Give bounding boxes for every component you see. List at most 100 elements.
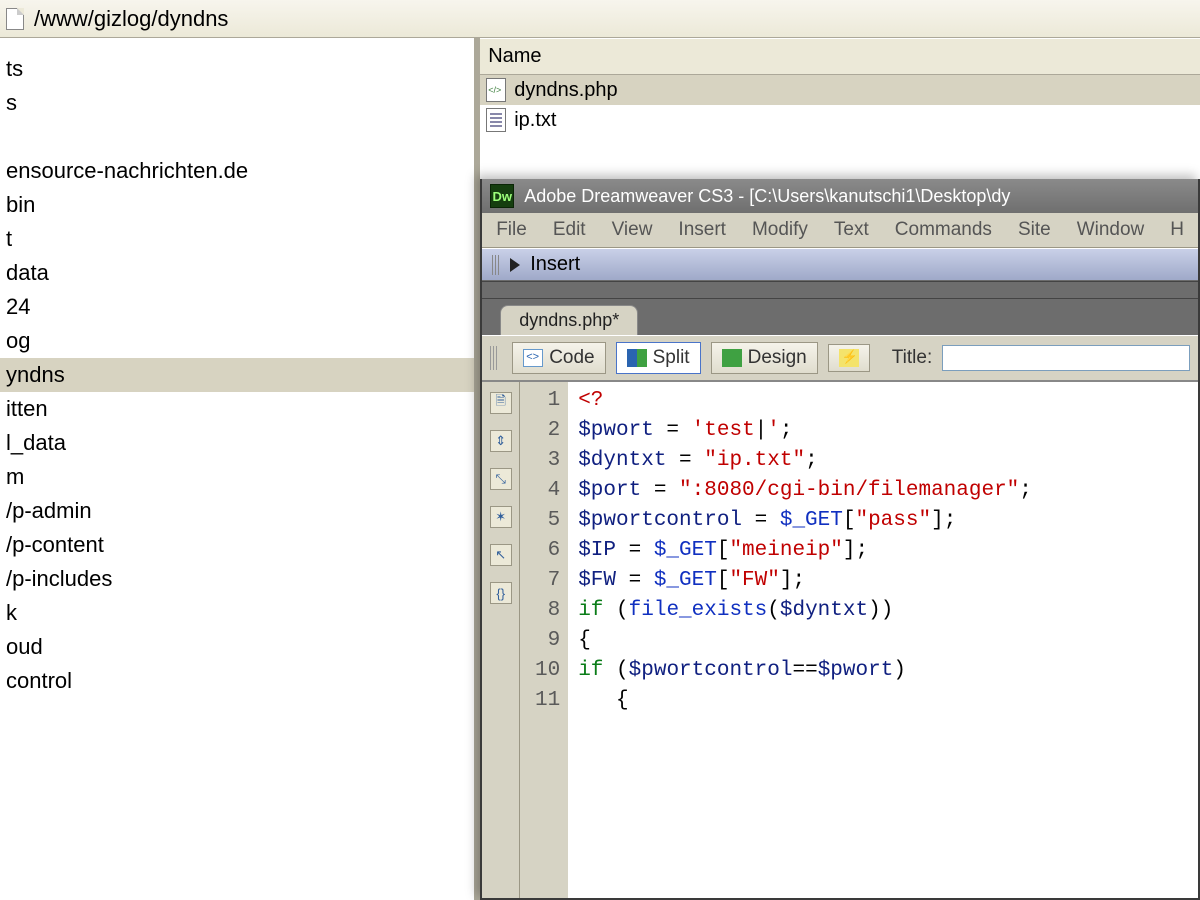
triangle-right-icon[interactable] xyxy=(510,258,520,272)
split-label: Split xyxy=(653,347,690,369)
right-pane: Name dyndns.php ip.txt Dw Adobe Dreamweav… xyxy=(480,38,1200,900)
tree-item[interactable]: og xyxy=(0,324,474,358)
title-label: Title: xyxy=(892,347,932,369)
document-tabs: dyndns.php* xyxy=(482,299,1198,335)
tree-item[interactable] xyxy=(0,120,474,154)
dreamweaver-logo-icon: Dw xyxy=(490,184,514,208)
design-view-button[interactable]: Design xyxy=(711,342,818,374)
line-number: 5 xyxy=(520,506,560,536)
tree-item[interactable]: /p-content xyxy=(0,528,474,562)
live-view-button[interactable] xyxy=(828,344,870,372)
menu-commands[interactable]: Commands xyxy=(895,219,992,241)
php-file-icon xyxy=(486,78,506,102)
current-path[interactable]: /www/gizlog/dyndns xyxy=(34,6,228,32)
menu-view[interactable]: View xyxy=(612,219,653,241)
file-name: dyndns.php xyxy=(514,79,617,102)
grip-icon[interactable] xyxy=(490,346,498,370)
menu-site[interactable]: Site xyxy=(1018,219,1051,241)
menu-text[interactable]: Text xyxy=(834,219,869,241)
code-line[interactable]: $pwortcontrol = $_GET["pass"]; xyxy=(578,506,1198,536)
tree-item[interactable]: itten xyxy=(0,392,474,426)
code-line[interactable]: $port = ":8080/cgi-bin/filemanager"; xyxy=(578,476,1198,506)
code-line[interactable]: <? xyxy=(578,386,1198,416)
menu-file[interactable]: File xyxy=(496,219,527,241)
tree-item[interactable]: t xyxy=(0,222,474,256)
code-line[interactable]: $FW = $_GET["FW"]; xyxy=(578,566,1198,596)
tab-dyndns[interactable]: dyndns.php* xyxy=(500,305,638,335)
tree-item[interactable]: m xyxy=(0,460,474,494)
line-number: 10 xyxy=(520,656,560,686)
tree-item[interactable]: /p-admin xyxy=(0,494,474,528)
tree-item[interactable]: ensource-nachrichten.de xyxy=(0,154,474,188)
code-area[interactable]: <?$pwort = 'test|';$dyntxt = "ip.txt";$p… xyxy=(568,382,1198,898)
code-line[interactable]: $dyntxt = "ip.txt"; xyxy=(578,446,1198,476)
code-view-button[interactable]: Code xyxy=(512,342,605,374)
tree-item[interactable]: l_data xyxy=(0,426,474,460)
code-line[interactable]: { xyxy=(578,626,1198,656)
address-bar: /www/gizlog/dyndns xyxy=(0,0,1200,38)
code-line[interactable]: $IP = $_GET["meineip"]; xyxy=(578,536,1198,566)
code-line[interactable]: if (file_exists($dyntxt)) xyxy=(578,596,1198,626)
file-list-spacer xyxy=(480,135,1200,179)
dreamweaver-window: Dw Adobe Dreamweaver CS3 - [C:\Users\kan… xyxy=(480,179,1200,900)
code-label: Code xyxy=(549,347,594,369)
tree-item[interactable]: data xyxy=(0,256,474,290)
grip-icon[interactable] xyxy=(492,255,500,275)
design-icon xyxy=(722,349,742,367)
main-columns: tss ensource-nachrichten.debintdata24ogy… xyxy=(0,38,1200,900)
tree-item[interactable]: /p-includes xyxy=(0,562,474,596)
file-name: ip.txt xyxy=(514,109,556,132)
menu-insert[interactable]: Insert xyxy=(678,219,726,241)
lightning-icon xyxy=(839,349,859,367)
line-number: 6 xyxy=(520,536,560,566)
code-line[interactable]: { xyxy=(578,686,1198,716)
file-row[interactable]: dyndns.php xyxy=(480,75,1200,105)
insert-panel-header[interactable]: Insert xyxy=(482,248,1198,281)
document-icon xyxy=(6,8,24,30)
tree-item[interactable]: oud xyxy=(0,630,474,664)
split-view-button[interactable]: Split xyxy=(616,342,701,374)
menu-h[interactable]: H xyxy=(1170,219,1184,241)
tree-item[interactable]: ts xyxy=(0,52,474,86)
design-label: Design xyxy=(748,347,807,369)
window-title: Adobe Dreamweaver CS3 - [C:\Users\kanuts… xyxy=(524,186,1010,207)
editor-tool-button[interactable]: ↖ xyxy=(490,544,512,566)
editor-tool-button[interactable]: {} xyxy=(490,582,512,604)
tree-item[interactable]: control xyxy=(0,664,474,698)
editor-tool-button[interactable]: ⤡ xyxy=(490,468,512,490)
code-icon xyxy=(523,349,543,367)
editor-tool-button[interactable]: 🗎 xyxy=(490,392,512,414)
tree-item[interactable]: yndns xyxy=(0,358,474,392)
tree-item[interactable]: bin xyxy=(0,188,474,222)
line-number: 3 xyxy=(520,446,560,476)
menu-window[interactable]: Window xyxy=(1077,219,1145,241)
editor-side-tools: 🗎 ⇕ ⤡ ✶ ↖ {} xyxy=(482,382,520,898)
code-line[interactable]: if ($pwortcontrol==$pwort) xyxy=(578,656,1198,686)
document-toolbar: Code Split Design Title: xyxy=(482,335,1198,381)
folder-tree[interactable]: tss ensource-nachrichten.debintdata24ogy… xyxy=(0,38,480,900)
split-icon xyxy=(627,349,647,367)
line-number: 4 xyxy=(520,476,560,506)
code-line[interactable]: $pwort = 'test|'; xyxy=(578,416,1198,446)
code-editor: 🗎 ⇕ ⤡ ✶ ↖ {} 1234567891011 <?$pwort = 'test|'… xyxy=(482,381,1198,898)
window-titlebar[interactable]: Dw Adobe Dreamweaver CS3 - [C:\Users\kan… xyxy=(482,179,1198,213)
insert-label: Insert xyxy=(530,253,580,276)
menu-edit[interactable]: Edit xyxy=(553,219,586,241)
tree-item[interactable]: s xyxy=(0,86,474,120)
document-separator xyxy=(482,281,1198,299)
editor-tool-button[interactable]: ✶ xyxy=(490,506,512,528)
line-number: 7 xyxy=(520,566,560,596)
title-input[interactable] xyxy=(942,345,1190,371)
menu-modify[interactable]: Modify xyxy=(752,219,808,241)
file-row[interactable]: ip.txt xyxy=(480,105,1200,135)
column-header-name[interactable]: Name xyxy=(480,38,1200,75)
txt-file-icon xyxy=(486,108,506,132)
line-number-gutter: 1234567891011 xyxy=(520,382,568,898)
line-number: 2 xyxy=(520,416,560,446)
editor-tool-button[interactable]: ⇕ xyxy=(490,430,512,452)
line-number: 11 xyxy=(520,686,560,716)
line-number: 8 xyxy=(520,596,560,626)
file-list[interactable]: dyndns.php ip.txt xyxy=(480,75,1200,135)
tree-item[interactable]: k xyxy=(0,596,474,630)
tree-item[interactable]: 24 xyxy=(0,290,474,324)
